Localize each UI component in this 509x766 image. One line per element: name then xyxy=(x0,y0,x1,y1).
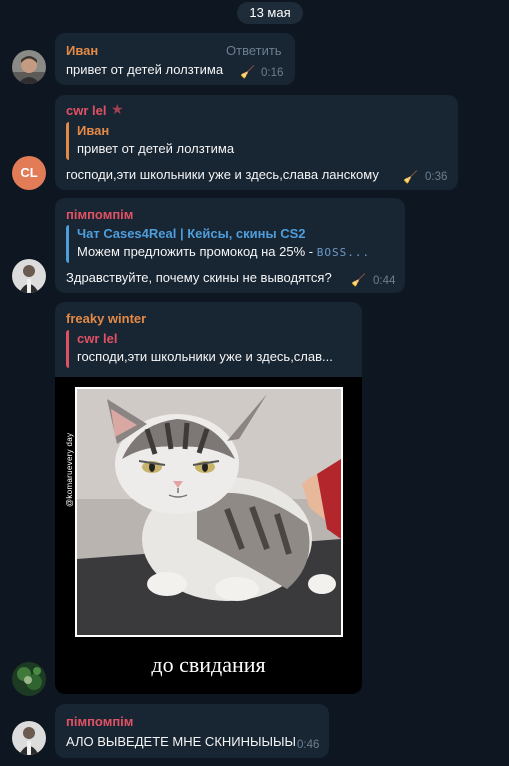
sticker-watermark: @komaruevery day xyxy=(65,432,74,507)
chat-view: 13 мая Иван Ответить привет от детей лол… xyxy=(0,0,509,766)
sender-name[interactable]: пімпомпім xyxy=(66,207,133,222)
sticker-caption: до свидания xyxy=(151,652,266,677)
quote-text: привет от детей лолзтима xyxy=(77,141,235,156)
quote-author: Чат Cases4Real | Кейсы, скины CS2 xyxy=(77,226,306,241)
message-text: Здравствуйте, почему скины не выводятся? xyxy=(66,270,332,285)
message-text: АЛО ВЫВЕДЕТЕ МНЕ СКНИНЫЫЫЫ xyxy=(66,734,297,749)
quote-author: cwr lel xyxy=(77,331,118,346)
promo-code: BOSS... xyxy=(316,246,371,259)
message-time: 0:46 xyxy=(297,739,320,751)
message-text: привет от детей лолзтима xyxy=(66,62,224,77)
message-bubble[interactable]: пімпомпім Чат Cases4Real | Кейсы, скины … xyxy=(55,198,405,293)
message-time: 0:44 xyxy=(373,275,396,287)
message-bubble[interactable]: cwr lel ★ Иван привет от детей лолзтима … xyxy=(55,95,458,190)
broom-icon: 🧹 xyxy=(351,273,366,287)
sender-name[interactable]: cwr lel xyxy=(66,103,106,118)
sender-name[interactable]: пімпомпім xyxy=(66,714,133,729)
avatar-cwr-lel[interactable]: CL xyxy=(12,156,46,190)
quote-text: Можем предложить промокод на 25% - BOSS.… xyxy=(77,243,393,262)
reply-quote[interactable]: Чат Cases4Real | Кейсы, скины CS2 Можем … xyxy=(66,225,393,263)
star-icon: ★ xyxy=(111,101,124,117)
sticker-image[interactable]: @komaruevery day до свидания xyxy=(55,377,362,694)
message-bubble[interactable]: Иван Ответить привет от детей лолзтима 🧹… xyxy=(55,33,295,85)
broom-icon: 🧹 xyxy=(403,170,418,184)
sender-name[interactable]: freaky winter xyxy=(66,311,146,326)
reply-quote[interactable]: cwr lel господи,эти школьники уже и здес… xyxy=(66,330,350,368)
avatar-pimpompim[interactable] xyxy=(12,259,46,293)
reply-quote[interactable]: Иван привет от детей лолзтима xyxy=(66,122,446,160)
quote-text-main: Можем предложить промокод на 25% - xyxy=(77,244,314,259)
reply-button[interactable]: Ответить xyxy=(226,43,282,58)
quote-text: господи,эти школьники уже и здесь,слав..… xyxy=(77,349,333,364)
message-time: 0:16 xyxy=(261,67,284,79)
broom-icon: 🧹 xyxy=(240,65,255,79)
avatar-freaky-winter[interactable] xyxy=(12,662,46,696)
message-bubble[interactable]: пімпомпім АЛО ВЫВЕДЕТЕ МНЕ СКНИНЫЫЫЫ 0:4… xyxy=(55,704,329,758)
message-time: 0:36 xyxy=(425,171,448,183)
cat-picture xyxy=(75,387,343,637)
avatar-ivan[interactable] xyxy=(12,50,46,84)
quote-author: Иван xyxy=(77,123,110,138)
avatar-pimpompim[interactable] xyxy=(12,721,46,755)
message-text: господи,эти школьники уже и здесь,слава … xyxy=(66,167,379,182)
sender-name[interactable]: Иван xyxy=(66,43,98,58)
date-separator: 13 мая xyxy=(237,2,303,24)
